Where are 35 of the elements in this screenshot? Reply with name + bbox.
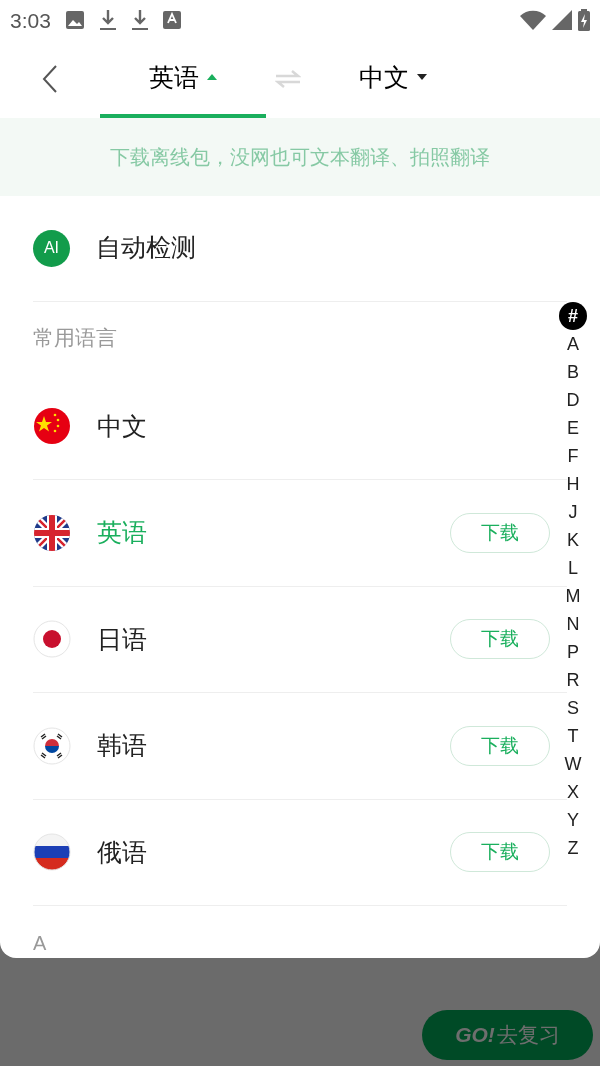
flag-icon: [33, 833, 71, 872]
caret-up-icon: [207, 74, 217, 81]
back-icon: [42, 65, 58, 94]
language-name: 韩语: [97, 730, 147, 761]
ai-badge: AI: [33, 229, 70, 267]
language-name: 俄语: [97, 836, 147, 868]
language-item[interactable]: AI 自动检测: [33, 195, 567, 302]
caret-down-icon: [417, 74, 427, 81]
language-tab[interactable]: 中文: [310, 40, 476, 119]
language-item[interactable]: 俄语 下载: [33, 799, 567, 906]
flag-icon: [33, 407, 71, 446]
flag-icon: [33, 620, 71, 659]
go-label: GO!: [455, 1022, 495, 1049]
language-name: 中文: [97, 410, 147, 442]
section-title: A: [33, 932, 47, 954]
status-time: 3:03: [10, 7, 51, 34]
image-icon: [64, 10, 85, 31]
language-name: 英语: [97, 517, 147, 548]
signal-icon: [552, 10, 572, 31]
wifi-icon: [520, 10, 546, 31]
language-item[interactable]: 中文: [33, 373, 567, 480]
index-letter[interactable]: A: [559, 330, 587, 358]
flag-icon: [33, 513, 71, 552]
language-name: 自动检测: [96, 232, 196, 264]
section-title: 常用语言: [33, 324, 117, 351]
language-item[interactable]: 日语 下载: [33, 586, 567, 693]
app-icon: [162, 10, 181, 31]
language-name: 日语: [97, 623, 147, 655]
download-icon: [98, 9, 117, 32]
review-label: 去复习: [496, 1022, 560, 1049]
swap-icon[interactable]: [275, 69, 301, 90]
battery-icon: [578, 9, 590, 32]
download-icon: [130, 9, 149, 32]
banner-text: 下载离线包，没网也可文本翻译、拍照翻译: [110, 144, 490, 170]
flag-icon: [33, 726, 71, 765]
